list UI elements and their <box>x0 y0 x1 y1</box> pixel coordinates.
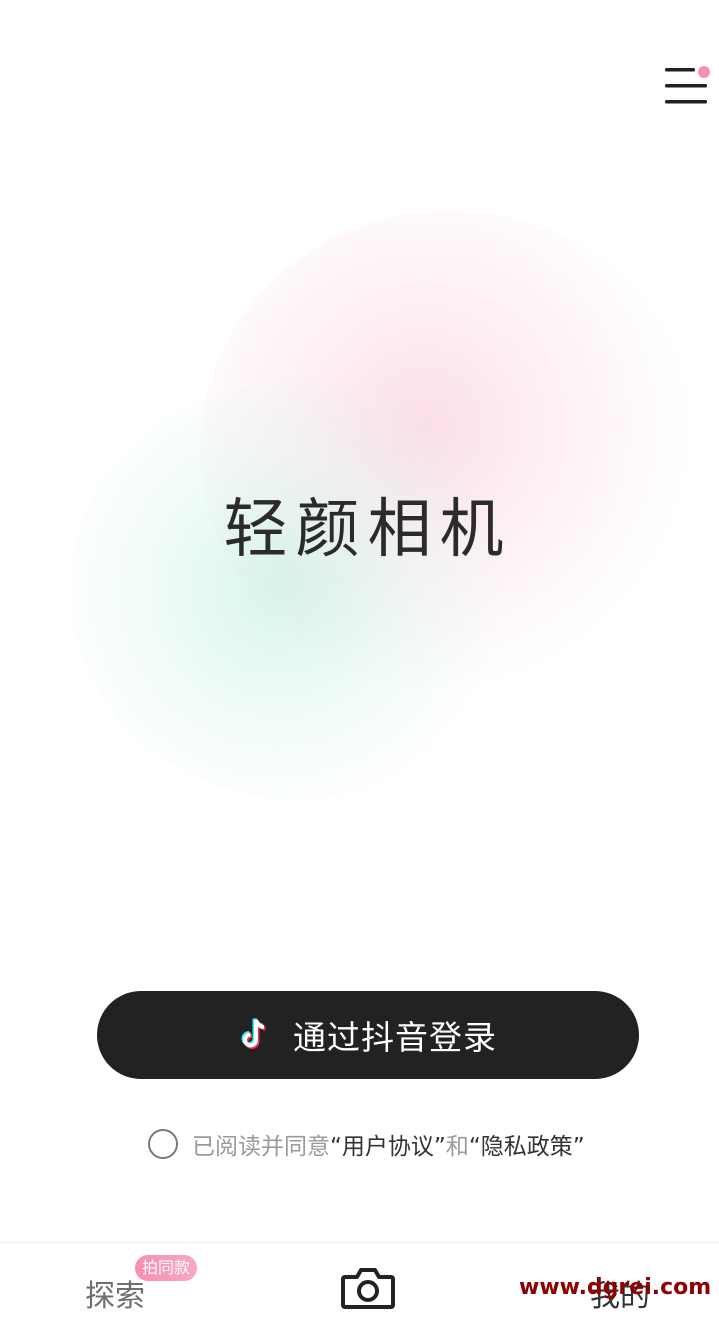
agreement-joiner: 和 <box>445 1134 469 1160</box>
app-title: 轻颜相机 <box>223 493 512 567</box>
agreement-radio[interactable] <box>148 1129 178 1159</box>
watermark-text: www.dgrei.com <box>519 1275 712 1300</box>
camera-icon <box>341 1268 395 1309</box>
user-agreement-link[interactable]: “用户协议” <box>330 1127 446 1161</box>
douyin-login-label: 通过抖音登录 <box>293 1018 497 1057</box>
privacy-policy-link[interactable]: “隐私政策” <box>469 1127 585 1161</box>
login-screen: 轻颜相机 通过抖音登录 已阅读并同意 “用户协议” 和 “隐私政策” 探索 拍同… <box>0 0 719 1325</box>
tab-explore[interactable]: 探索 <box>85 1271 145 1315</box>
agreement-row: 已阅读并同意 “用户协议” 和 “隐私政策” <box>148 1128 585 1160</box>
notification-dot <box>698 66 710 78</box>
menu-button[interactable] <box>660 62 710 112</box>
agreement-prefix: 已阅读并同意 <box>192 1134 330 1160</box>
explore-badge: 拍同款 <box>135 1255 198 1281</box>
tab-camera[interactable] <box>341 1265 395 1311</box>
douyin-login-button[interactable]: 通过抖音登录 <box>97 991 639 1079</box>
background-gradient-mint <box>70 380 530 800</box>
hamburger-menu-icon <box>665 66 710 104</box>
douyin-logo-icon <box>241 1017 266 1049</box>
